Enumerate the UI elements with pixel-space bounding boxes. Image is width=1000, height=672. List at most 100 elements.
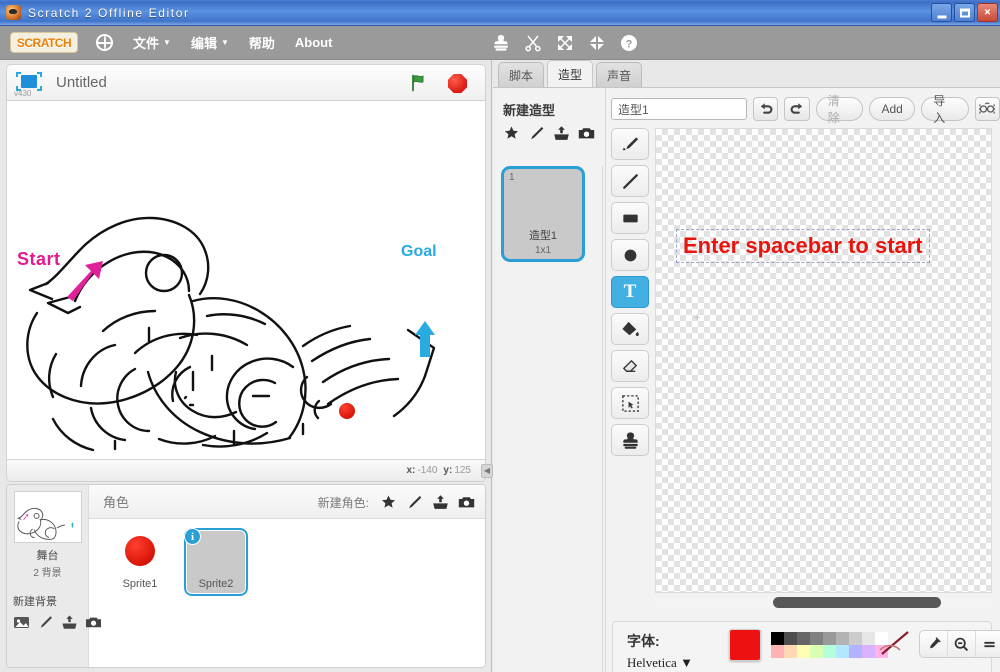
rectangle-tool[interactable]	[611, 202, 649, 234]
palette-swatch[interactable]	[823, 632, 836, 645]
palette-swatch[interactable]	[836, 632, 849, 645]
tab-scripts[interactable]: 脚本	[498, 62, 544, 88]
eyedropper-icon[interactable]	[920, 631, 948, 657]
menu-edit[interactable]: 编辑 ▼	[191, 33, 229, 52]
palette-swatch[interactable]	[862, 645, 875, 658]
palette-swatch[interactable]	[784, 632, 797, 645]
redo-icon[interactable]	[784, 97, 810, 121]
globe-icon[interactable]	[96, 34, 113, 51]
costume-index: 1	[509, 172, 515, 183]
palette-swatch[interactable]	[849, 632, 862, 645]
green-flag-icon[interactable]	[409, 73, 429, 93]
sprite1-thumbnail	[110, 536, 170, 576]
sprite-item-sprite1[interactable]: Sprite1	[108, 528, 172, 596]
paint-costume-icon[interactable]	[528, 125, 545, 142]
add-label: Add	[881, 102, 903, 116]
palette-swatch[interactable]	[771, 632, 784, 645]
flip-horizontal-icon[interactable]	[974, 97, 1000, 121]
ellipse-tool[interactable]	[611, 239, 649, 271]
camera-icon[interactable]	[458, 494, 475, 511]
surprise-icon[interactable]	[380, 494, 397, 511]
select-tool[interactable]	[611, 387, 649, 419]
maximize-button[interactable]	[954, 3, 975, 22]
clear-button[interactable]: 清除	[815, 94, 864, 125]
close-button[interactable]: ×	[977, 3, 998, 22]
sprite-pane: 舞台 2 背景 新建背景 角色 新建角色: Sprite1 i Sprite2	[6, 484, 486, 668]
grow-icon[interactable]	[556, 34, 574, 52]
undo-icon[interactable]	[753, 97, 779, 121]
scrollbar-thumb[interactable]	[773, 597, 941, 608]
stage-header: v430 Untitled	[6, 64, 486, 100]
palette-swatch[interactable]	[771, 645, 784, 658]
zoom-out-icon[interactable]	[948, 631, 976, 657]
stage-thumbnail[interactable]	[13, 491, 82, 543]
palette-swatch[interactable]	[823, 645, 836, 658]
palette-swatch[interactable]	[797, 645, 810, 658]
fill-tool[interactable]	[611, 313, 649, 345]
surprise-costume-icon[interactable]	[503, 125, 520, 142]
upload-icon[interactable]	[432, 494, 449, 511]
palette-row-grays	[771, 632, 888, 645]
palette-swatch[interactable]	[784, 645, 797, 658]
palette-swatch[interactable]	[810, 645, 823, 658]
color-gradient-preview[interactable]	[878, 630, 912, 658]
collapse-panel-button[interactable]: ◀	[481, 464, 493, 478]
paint-backdrop-icon[interactable]	[37, 614, 54, 631]
add-button[interactable]: Add	[869, 97, 916, 121]
zoom-reset-icon[interactable]	[976, 631, 1000, 657]
upload-backdrop-icon[interactable]	[61, 614, 78, 631]
shrink-icon[interactable]	[588, 34, 606, 52]
font-dropdown[interactable]: Helvetica ▼	[627, 655, 693, 671]
version-label: v430	[14, 89, 32, 98]
menu-file[interactable]: 文件 ▼	[133, 33, 171, 52]
paint-canvas[interactable]: Enter spacebar to start +	[655, 128, 992, 593]
paint-icon[interactable]	[406, 494, 423, 511]
sprite1-on-stage[interactable]	[339, 403, 355, 419]
upload-costume-icon[interactable]	[553, 125, 570, 142]
menu-about[interactable]: About	[295, 35, 333, 50]
costume-name-input[interactable]	[611, 98, 747, 120]
goal-label: Goal	[401, 243, 437, 260]
help-icon[interactable]: ?	[620, 34, 638, 52]
camera-costume-icon[interactable]	[578, 125, 595, 142]
start-label: Start	[17, 249, 61, 269]
minimize-button[interactable]	[931, 3, 952, 22]
sprite-item-sprite2[interactable]: i Sprite2	[184, 528, 248, 596]
chevron-down-icon: ▼	[163, 38, 171, 47]
stop-button-icon[interactable]	[448, 74, 467, 93]
paint-editor: 清除 Add 导入	[605, 88, 1000, 672]
scissors-icon[interactable]	[524, 34, 542, 52]
palette-swatch[interactable]	[836, 645, 849, 658]
canvas-text-object[interactable]: Enter spacebar to start	[676, 229, 930, 263]
start-arrow-icon	[67, 261, 103, 301]
palette-swatch[interactable]	[849, 645, 862, 658]
primary-color-swatch[interactable]	[729, 629, 761, 661]
project-title[interactable]: Untitled	[56, 74, 107, 91]
stamp-icon[interactable]	[492, 34, 510, 52]
stage-status-bar: x: -140 y: 125	[6, 460, 486, 482]
costume-item[interactable]: 1 造型1 1x1	[501, 166, 585, 262]
stage-pane: v430 Untitled Start Goal x: -140 y: 125 …	[0, 60, 493, 672]
eraser-tool[interactable]	[611, 350, 649, 382]
text-tool[interactable]: T	[611, 276, 649, 308]
palette-swatch[interactable]	[797, 632, 810, 645]
text-tool-glyph: T	[623, 281, 637, 302]
stage-canvas[interactable]: Start Goal	[6, 100, 486, 460]
new-costume-section: 新建造型	[503, 100, 601, 142]
scratch-cat-icon	[6, 5, 21, 20]
x-value: -140	[417, 465, 438, 476]
line-tool[interactable]	[611, 165, 649, 197]
menu-help[interactable]: 帮助	[249, 33, 275, 52]
tab-costumes[interactable]: 造型	[547, 60, 593, 88]
chevron-down-icon: ▼	[680, 655, 693, 670]
import-button[interactable]: 导入	[921, 94, 969, 125]
choose-backdrop-icon[interactable]	[13, 614, 30, 631]
costume-list: 1 造型1 1x1	[499, 166, 603, 672]
stamp-tool[interactable]	[611, 424, 649, 456]
canvas-horizontal-scrollbar[interactable]	[655, 596, 992, 610]
editor-tool-icons: ?	[492, 26, 638, 60]
brush-tool[interactable]	[611, 128, 649, 160]
tab-sounds[interactable]: 声音	[596, 62, 642, 88]
palette-swatch[interactable]	[862, 632, 875, 645]
palette-swatch[interactable]	[810, 632, 823, 645]
